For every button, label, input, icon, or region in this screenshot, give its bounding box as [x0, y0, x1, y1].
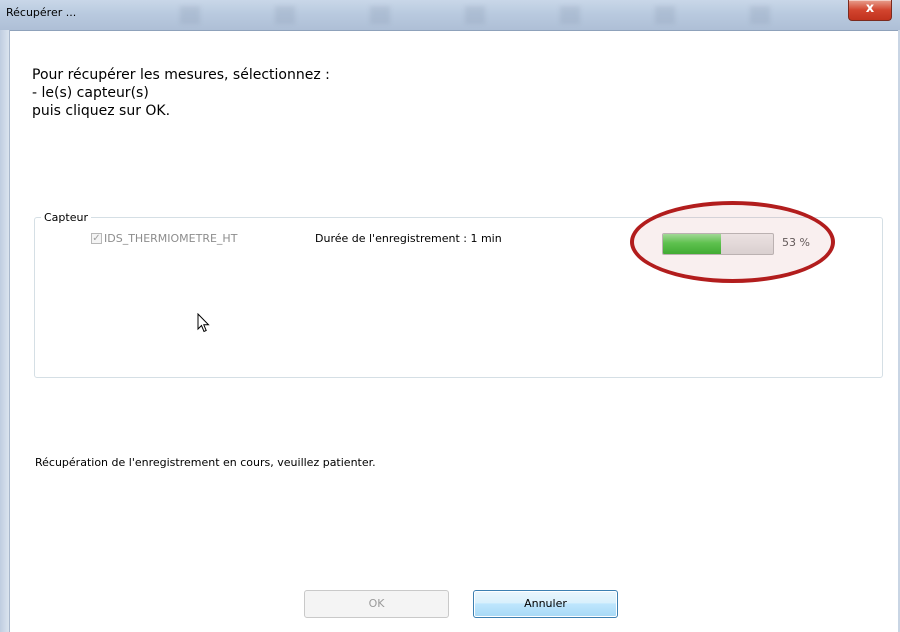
ok-button[interactable]: OK [304, 590, 449, 618]
status-message: Récupération de l'enregistrement en cour… [35, 456, 376, 469]
instruction-line-3: puis cliquez sur OK. [32, 103, 171, 119]
highlight-annotation-ellipse [630, 201, 835, 283]
sensor-groupbox-legend: Capteur [41, 211, 91, 224]
instructions: Pour récupérer les mesures, sélectionnez… [32, 66, 330, 120]
recording-duration-label: Durée de l'enregistrement : 1 min [315, 232, 502, 245]
instruction-line-2: - le(s) capteur(s) [32, 85, 149, 101]
instruction-line-1: Pour récupérer les mesures, sélectionnez… [32, 67, 330, 83]
checkmark-icon: ✓ [92, 233, 101, 244]
window-title: Récupérer ... [6, 6, 77, 19]
close-icon: x [865, 1, 875, 16]
recuperer-dialog: Récupérer ... x Pour récupérer les mesur… [0, 0, 900, 632]
arrow-cursor-icon [197, 313, 210, 333]
window-left-border [0, 30, 10, 632]
sensor-checkbox[interactable]: ✓ [91, 233, 102, 244]
close-button[interactable]: x [848, 0, 892, 21]
sensor-name-label: IDS_THERMIOMETRE_HT [104, 232, 238, 245]
title-bar[interactable]: Récupérer ... x [0, 0, 900, 31]
cancel-button[interactable]: Annuler [473, 590, 618, 618]
